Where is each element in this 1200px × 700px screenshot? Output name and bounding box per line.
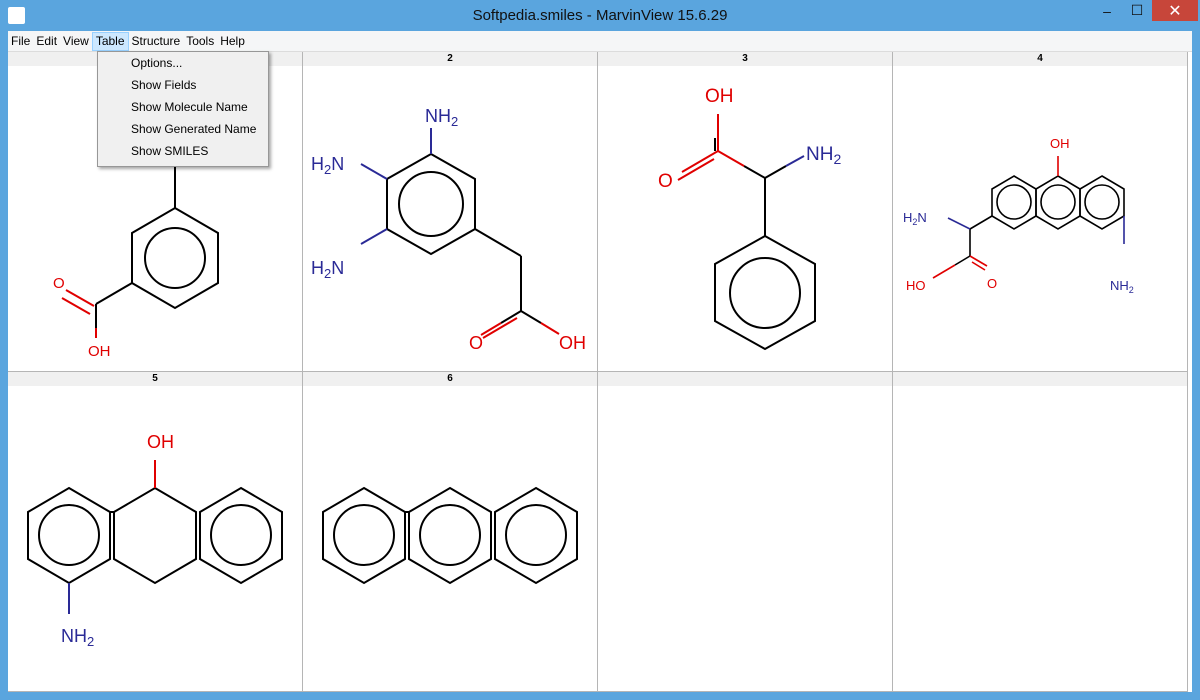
oxygen-label: O xyxy=(658,171,673,192)
molecule-cell-2[interactable]: 2 NH2 H2N H2N O OH xyxy=(303,52,598,372)
hydroxyl-label: OH xyxy=(88,343,111,360)
cell-index: 5 xyxy=(8,372,302,386)
menu-edit[interactable]: Edit xyxy=(33,32,60,51)
amine-label: NH2 xyxy=(806,144,841,167)
minimize-button[interactable]: – xyxy=(1090,0,1124,21)
cell-index: 3 xyxy=(598,52,892,66)
table-menu-dropdown: Options... Show Fields Show Molecule Nam… xyxy=(97,51,269,167)
title-bar: Softpedia.smiles - MarvinView 15.6.29 – … xyxy=(0,0,1200,31)
hydroxyl-label: OH xyxy=(147,432,174,452)
menu-table[interactable]: Table xyxy=(91,32,129,51)
menu-view[interactable]: View xyxy=(60,32,92,51)
molecule-structure: OH O NH2 xyxy=(658,86,841,351)
cell-index: 4 xyxy=(893,52,1187,66)
menu-item-show-smiles[interactable]: Show SMILES xyxy=(98,140,268,162)
hydroxyl-label: HO xyxy=(906,278,926,293)
molecule-cell-3[interactable]: 3 OH O NH2 xyxy=(598,52,893,372)
hydroxyl-label: OH xyxy=(559,333,586,353)
molecule-cell-4[interactable]: 4 OH H2N HO O NH2 xyxy=(893,52,1188,372)
molecule-cell-5[interactable]: 5 OH NH2 xyxy=(8,372,303,692)
hydroxyl-label: OH xyxy=(1050,136,1070,151)
cell-index: 6 xyxy=(303,372,597,386)
menu-file[interactable]: File xyxy=(8,32,33,51)
close-button[interactable]: ✕ xyxy=(1152,0,1198,21)
menu-item-show-fields[interactable]: Show Fields xyxy=(98,74,268,96)
window-title: Softpedia.smiles - MarvinView 15.6.29 xyxy=(472,7,728,24)
cell-index: 2 xyxy=(303,52,597,66)
molecule-structure: NH2 H2N H2N O OH xyxy=(311,106,586,353)
molecule-structure: OH NH2 xyxy=(27,432,283,649)
menu-item-show-generated-name[interactable]: Show Generated Name xyxy=(98,118,268,140)
hydroxyl-label: OH xyxy=(705,86,734,107)
oxygen-label: O xyxy=(987,276,997,291)
molecule-structure xyxy=(322,486,578,585)
oxygen-label: O xyxy=(53,275,65,292)
cell-index xyxy=(893,372,1187,386)
maximize-button[interactable]: ☐ xyxy=(1124,0,1150,21)
molecule-cell-6[interactable]: 6 xyxy=(303,372,598,692)
molecule-cell-8[interactable] xyxy=(893,372,1188,692)
menu-help[interactable]: Help xyxy=(217,32,248,51)
amine-label: H2N xyxy=(903,210,927,227)
amine-label: NH2 xyxy=(61,626,94,649)
app-window: Softpedia.smiles - MarvinView 15.6.29 – … xyxy=(0,0,1200,700)
molecule-structure: OH H2N HO O NH2 xyxy=(903,136,1134,295)
amine-label: NH2 xyxy=(1110,278,1134,295)
menu-item-show-molecule-name[interactable]: Show Molecule Name xyxy=(98,96,268,118)
menu-tools[interactable]: Tools xyxy=(183,32,217,51)
amine-label: H2N xyxy=(311,154,344,177)
menu-item-options[interactable]: Options... xyxy=(98,52,268,74)
menu-bar: File Edit View Table Structure Tools Hel… xyxy=(8,31,1192,52)
menu-structure[interactable]: Structure xyxy=(129,32,184,51)
amine-label: NH2 xyxy=(425,106,458,129)
oxygen-label: O xyxy=(469,333,483,353)
amine-label: H2N xyxy=(311,258,344,281)
molecule-cell-7[interactable] xyxy=(598,372,893,692)
cell-index xyxy=(598,372,892,386)
